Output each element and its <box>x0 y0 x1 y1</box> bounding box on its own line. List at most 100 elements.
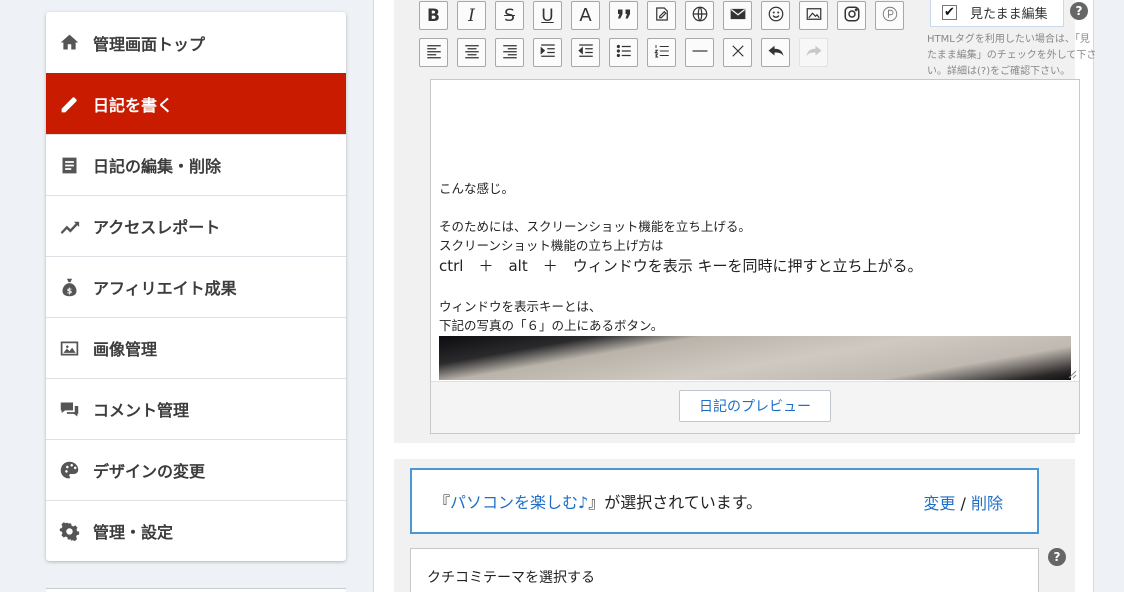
svg-text:$: $ <box>66 286 71 295</box>
sidebar-item-label: 管理・設定 <box>93 523 174 542</box>
money-bag-icon: $ <box>58 276 80 298</box>
change-theme-link[interactable]: 変更 <box>923 494 955 513</box>
redo-button[interactable] <box>799 38 828 67</box>
editor-section: B I S U A ✔ 見たまま編集 ? HTMLタグを利用したい場合は、「見た… <box>394 0 1096 443</box>
italic-icon: I <box>468 5 475 26</box>
sidebar-item-image-management[interactable]: 画像管理 <box>46 317 346 378</box>
editor-line: そのためには、スクリーンショット機能を立ち上げる。 <box>439 219 751 234</box>
align-right-icon <box>501 42 519 64</box>
point-button[interactable] <box>875 1 904 30</box>
align-left-button[interactable] <box>419 38 448 67</box>
undo-button[interactable] <box>761 38 790 67</box>
clear-format-icon <box>729 42 747 64</box>
mail-button[interactable] <box>723 1 752 30</box>
kuchikomi-label: クチコミテーマを選択する <box>427 570 595 586</box>
comments-icon <box>58 398 80 420</box>
toolbar-row-2 <box>419 38 837 67</box>
sidebar-item-label: 画像管理 <box>93 340 158 359</box>
bullet-list-button[interactable] <box>609 38 638 67</box>
edit-note-button[interactable] <box>647 1 676 30</box>
pencil-icon <box>58 93 80 115</box>
help-icon[interactable]: ? <box>1070 2 1088 20</box>
underline-button[interactable]: U <box>533 1 562 30</box>
quote-button[interactable] <box>609 1 638 30</box>
selected-theme-box: 『パソコンを楽しむ♪ 』が選択されています。 変更 / 削除 <box>410 468 1039 534</box>
wysiwyg-label: 見たまま編集 <box>970 7 1048 22</box>
align-center-button[interactable] <box>457 38 486 67</box>
toolbar-row-1: B I S U A <box>419 1 913 30</box>
numbered-list-icon <box>653 42 671 64</box>
align-right-button[interactable] <box>495 38 524 67</box>
main-panel: B I S U A ✔ 見たまま編集 ? HTMLタグを利用したい場合は、「見た… <box>373 0 1096 592</box>
smiley-icon <box>767 5 785 27</box>
font-size-button[interactable]: A <box>571 1 600 30</box>
align-left-icon <box>425 42 443 64</box>
emoji-button[interactable] <box>761 1 790 30</box>
link-button[interactable] <box>685 1 714 30</box>
sidebar-secondary-panel <box>46 588 346 592</box>
sidebar-item-label: コメント管理 <box>93 401 190 420</box>
sidebar-item-label: アフィリエイト成果 <box>93 279 237 298</box>
horizontal-rule-button[interactable] <box>685 38 714 67</box>
editor-line: ctrl ＋ alt ＋ ウィンドウを表示 キーを同時に押すと立ち上がる。 <box>439 257 923 275</box>
wysiwyg-toggle[interactable]: ✔ 見たまま編集 <box>930 0 1064 27</box>
sidebar-item-label: 日記の編集・削除 <box>93 157 222 176</box>
outdent-icon <box>577 42 595 64</box>
mail-icon <box>729 5 747 27</box>
kuchikomi-theme-select[interactable]: クチコミテーマを選択する <box>410 548 1039 592</box>
action-separator: / <box>955 494 971 513</box>
delete-theme-link[interactable]: 削除 <box>971 494 1003 513</box>
wysiwyg-note: HTMLタグを利用したい場合は、「見たまま編集」のチェックを外して下さい。詳細は… <box>927 34 1097 77</box>
numbered-list-button[interactable] <box>647 38 676 67</box>
clear-format-button[interactable] <box>723 38 752 67</box>
theme-actions: 変更 / 削除 <box>923 490 1003 514</box>
gear-icon <box>58 520 80 542</box>
strikethrough-button[interactable]: S <box>495 1 524 30</box>
image-icon <box>58 337 80 359</box>
sidebar-item-top[interactable]: 管理画面トップ <box>46 12 346 73</box>
bold-button[interactable]: B <box>419 1 448 30</box>
palette-icon <box>58 459 80 481</box>
p-circle-icon <box>881 5 899 27</box>
indent-button[interactable] <box>533 38 562 67</box>
theme-help-icon[interactable]: ? <box>1048 548 1066 566</box>
sidebar-item-access-report[interactable]: アクセスレポート <box>46 195 346 256</box>
bullet-list-icon <box>615 42 633 64</box>
redo-icon <box>805 42 823 64</box>
editor-line: ウィンドウを表示キーとは、 <box>439 299 602 314</box>
strikethrough-icon: S <box>504 5 515 26</box>
underline-icon: U <box>541 5 554 26</box>
editor-line: こんな感じ。 <box>439 181 515 196</box>
align-center-icon <box>463 42 481 64</box>
picture-button[interactable] <box>799 1 828 30</box>
selected-theme-link[interactable]: パソコンを楽しむ♪ <box>450 489 588 513</box>
theme-section: 『パソコンを楽しむ♪ 』が選択されています。 変更 / 削除 クチコミテーマを選択… <box>394 459 1075 592</box>
font-size-icon: A <box>579 5 592 26</box>
italic-button[interactable]: I <box>457 1 486 30</box>
indent-icon <box>539 42 557 64</box>
wysiwyg-checkbox[interactable]: ✔ <box>942 5 957 20</box>
editor-line: スクリーンショット機能の立ち上げ方は <box>439 238 664 253</box>
sidebar-item-label: デザインの変更 <box>93 462 206 481</box>
outdent-button[interactable] <box>571 38 600 67</box>
sidebar-item-affiliate[interactable]: $ アフィリエイト成果 <box>46 256 346 317</box>
edit-note-icon <box>653 5 671 27</box>
sidebar-item-design[interactable]: デザインの変更 <box>46 439 346 500</box>
resize-grip-icon[interactable] <box>1067 369 1077 379</box>
embedded-photo <box>439 336 1071 380</box>
editor-line: 下記の写真の「６」の上にあるボタン。 <box>439 318 664 333</box>
sidebar-item-settings[interactable]: 管理・設定 <box>46 500 346 561</box>
editor-area: こんな感じ。 そのためには、スクリーンショット機能を立ち上げる。 スクリーンショ… <box>430 79 1080 434</box>
sidebar-item-comment-management[interactable]: コメント管理 <box>46 378 346 439</box>
instagram-icon <box>843 5 861 27</box>
sidebar-item-write-diary[interactable]: 日記を書く <box>46 73 346 134</box>
diary-body-editor[interactable]: こんな感じ。 そのためには、スクリーンショット機能を立ち上げる。 スクリーンショ… <box>431 80 1079 382</box>
instagram-button[interactable] <box>837 1 866 30</box>
sidebar-item-label: アクセスレポート <box>93 218 221 237</box>
preview-button[interactable]: 日記のプレビュー <box>679 390 831 422</box>
sidebar-item-label: 管理画面トップ <box>93 34 206 54</box>
sidebar-item-label: 日記を書く <box>93 96 174 115</box>
horizontal-rule-icon <box>691 42 709 64</box>
sidebar-item-edit-diary[interactable]: 日記の編集・削除 <box>46 134 346 195</box>
